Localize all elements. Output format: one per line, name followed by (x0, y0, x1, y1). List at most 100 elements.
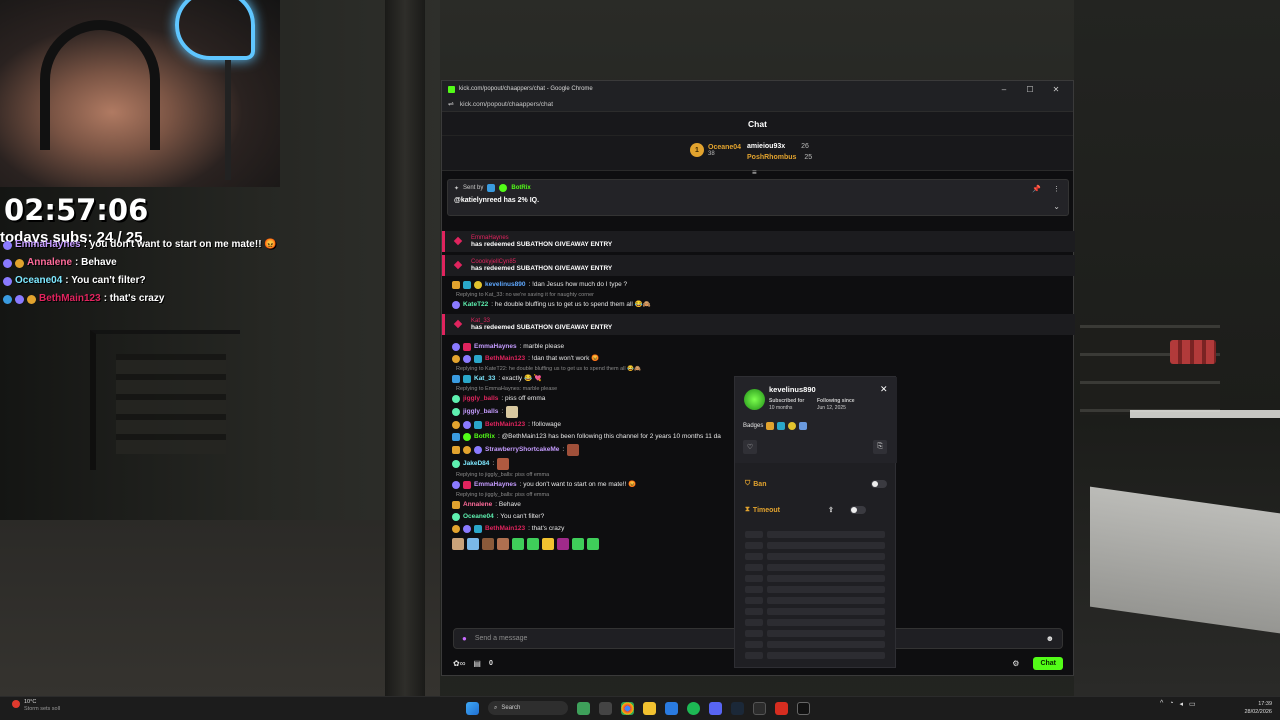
chat-username[interactable]: EmmaHaynes (474, 342, 517, 352)
subscribed-value: 10 months (769, 405, 793, 411)
emote-icon[interactable] (572, 538, 584, 550)
founder-badge-icon (799, 422, 808, 430)
microphone-arm (225, 60, 275, 180)
chrome-icon[interactable] (621, 701, 634, 715)
maximize-button[interactable]: ☐ (1019, 85, 1041, 94)
widgets-icon[interactable] (577, 701, 590, 715)
staircase (90, 330, 240, 470)
pin-icon[interactable]: ⇪ (828, 506, 834, 514)
ban-toggle[interactable] (871, 480, 887, 488)
spotify-icon[interactable] (687, 701, 700, 715)
emote-icon[interactable] (557, 538, 569, 550)
chat-username[interactable]: Annalene (463, 500, 492, 510)
pinned-sender: BotRix (511, 185, 531, 191)
emote-icon[interactable] (452, 538, 464, 550)
emote-icon[interactable] (527, 538, 539, 550)
redeem-event: CoookyjellCyn85 has redeemed SUBATHON GI… (442, 255, 1075, 276)
microphone-icon[interactable]: ● (462, 634, 467, 643)
discord-icon[interactable] (709, 701, 722, 715)
pinned-message[interactable]: ✦ Sent by BotRix @katielynreed has 2% IQ… (447, 179, 1069, 216)
channel-points-icon[interactable]: ✿∞ (453, 659, 465, 668)
send-chat-button[interactable]: Chat (1033, 656, 1063, 670)
overlay-chat: EmmaHaynes : you don't want to start on … (3, 236, 283, 308)
chat-text: : you don't want to start on me mate!! 😡 (519, 481, 637, 488)
task-view-icon[interactable] (599, 701, 612, 715)
leaderboard-second[interactable]: amieiou93x 26 (747, 141, 812, 152)
sub-badge-icon (777, 422, 786, 430)
address-bar[interactable]: ⇌ kick.com/popout/chaappers/chat (442, 97, 1073, 112)
chat-username[interactable]: Kat_33 (474, 374, 495, 384)
emote-icon[interactable] (467, 538, 479, 550)
emoji-picker-icon[interactable]: ☻ (1046, 634, 1054, 643)
sub-badge-icon (452, 343, 460, 351)
reply-context[interactable]: Replying to Kat_33: no we're saving it f… (442, 291, 1075, 299)
emote-icon[interactable] (482, 538, 494, 550)
chat-text: : he double bluffing us to get us to spe… (491, 301, 651, 308)
expand-pinned-icon[interactable]: ⌄ (1053, 202, 1060, 211)
ban-row[interactable]: ⛉ Ban (735, 473, 897, 495)
emote-icon[interactable] (542, 538, 554, 550)
settings-gear-icon[interactable]: ⚙ (1012, 659, 1019, 668)
emote-icon (567, 444, 580, 456)
ban-label: Ban (753, 480, 767, 488)
close-window-button[interactable]: ✕ (1045, 85, 1067, 94)
redeem-text: has redeemed SUBATHON GIVEAWAY ENTRY (471, 265, 613, 272)
chat-username[interactable]: BethMain123 (485, 420, 525, 430)
crown-badge-icon (452, 501, 460, 509)
chat-username[interactable]: KateT22 (463, 300, 488, 310)
sub-badge-icon (452, 460, 460, 468)
sub-badge-icon (452, 301, 460, 309)
chat-username[interactable]: BethMain123 (485, 354, 525, 364)
volume-icon[interactable]: ◂ (1180, 700, 1184, 708)
chat-message: BethMain123 : !dan that won't work 😡 (442, 353, 1075, 365)
copy-icon[interactable]: ⎘ (873, 440, 887, 454)
chevron-up-icon[interactable]: ^ (1160, 700, 1163, 708)
user-card-name[interactable]: kevelinus890 (769, 385, 816, 394)
unpin-icon[interactable]: 📌 (1032, 185, 1041, 193)
search-icon: ⌕ (494, 704, 498, 711)
chat-username[interactable]: jiggly_balls (463, 407, 498, 417)
battery-icon[interactable]: ▭ (1189, 700, 1196, 708)
more-options-icon[interactable]: ⋮ (1053, 185, 1060, 193)
chat-username[interactable]: BethMain123 (485, 524, 525, 534)
timeout-toggle[interactable] (849, 506, 866, 514)
mail-icon[interactable] (665, 701, 678, 715)
collapse-leaderboard-icon[interactable]: ≡ (752, 168, 757, 177)
app-icon[interactable] (797, 701, 810, 715)
steam-icon[interactable] (731, 701, 744, 715)
timeout-row[interactable]: ⧗ Timeout ⇪ (735, 499, 897, 521)
sub-badge-icon (452, 408, 460, 416)
terminal-icon[interactable] (753, 701, 766, 715)
windows-start-icon[interactable] (466, 701, 479, 715)
minimize-button[interactable]: – (993, 85, 1015, 94)
chat-username[interactable]: kevelinus890 (485, 280, 525, 290)
chat-username[interactable]: BotRix (474, 432, 495, 442)
chat-username[interactable]: jiggly_balls (463, 394, 498, 404)
reply-context[interactable]: Replying to KateT22: he double bluffing … (442, 365, 1075, 373)
taskbar-search[interactable]: ⌕ Search (488, 701, 568, 715)
emote-icon[interactable] (497, 538, 509, 550)
emote-icon[interactable] (587, 538, 599, 550)
leaderboard-first[interactable]: 1 Oceane04 38 (690, 143, 741, 157)
file-explorer-icon[interactable] (643, 701, 656, 715)
follow-heart-icon[interactable]: ♡ (743, 440, 757, 454)
site-settings-icon[interactable]: ⇌ (448, 100, 454, 108)
network-icon[interactable]: ◔ (1169, 700, 1173, 708)
chat-username[interactable]: JakeD84 (463, 459, 489, 469)
window-titlebar[interactable]: kick.com/popout/chaappers/chat - Google … (442, 81, 1073, 97)
chat-text: : Behave (495, 501, 521, 508)
chat-username[interactable]: StrawberryShortcakeMe (485, 445, 559, 455)
weather-widget[interactable]: 10°C Storm sets soll (12, 699, 60, 713)
pinned-actions: 📌 ⋮ (1032, 185, 1060, 193)
emote-icon[interactable] (512, 538, 524, 550)
chat-text: : exactly 😂 💘 (498, 375, 542, 382)
taskbar-clock[interactable]: 17:39 28/02/2026 (1238, 700, 1272, 716)
obs-icon[interactable] (775, 701, 788, 715)
close-icon[interactable]: ✕ (880, 384, 888, 395)
inventory-icon[interactable]: ▤ (473, 659, 481, 668)
chat-username[interactable]: Oceane04 (463, 512, 494, 522)
leaderboard-third[interactable]: PoshRhombus 25 (747, 152, 812, 163)
chat-username[interactable]: EmmaHaynes (474, 480, 517, 490)
chat-message: EmmaHaynes : marble please (442, 341, 1075, 353)
overlay-text: : You can't filter? (65, 275, 146, 286)
